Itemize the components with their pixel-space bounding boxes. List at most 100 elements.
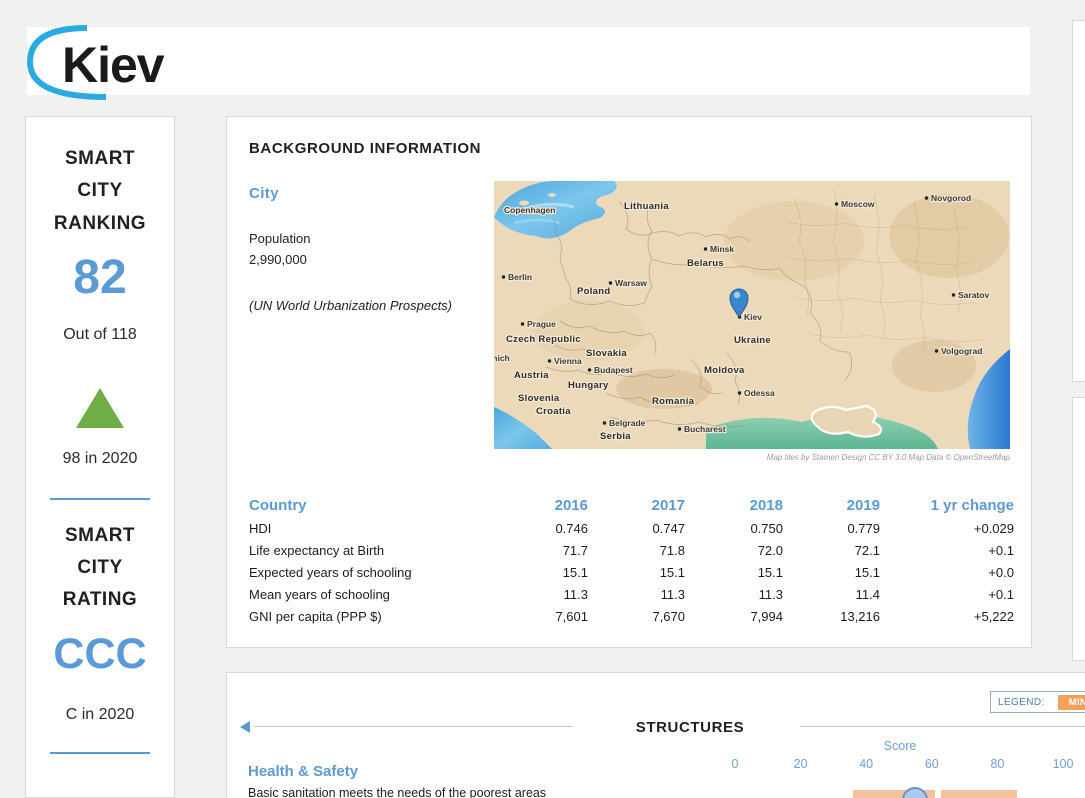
country-table: Country20162017201820191 yr change HDI0.… [249, 493, 1014, 627]
map-label-prague: Prague [527, 319, 556, 329]
map-city-dot [548, 359, 551, 362]
score-tick: 20 [781, 757, 821, 771]
map-city-dot [502, 275, 505, 278]
population-value: 2,990,000 [249, 252, 307, 267]
row-value: 11.3 [588, 587, 685, 602]
ranking-value: 82 [26, 254, 174, 302]
row-label: Mean years of schooling [249, 587, 529, 602]
page-title: Kiev [62, 36, 164, 94]
map-label-warsaw: Warsaw [615, 278, 647, 288]
europe-map: CopenhagenLithuaniaMoscowNovgorodMinskBe… [494, 181, 1010, 449]
score-tick: 60 [912, 757, 952, 771]
map-label-novgorod: Novgorod [931, 193, 971, 203]
map-label-odessa: Odessa [744, 388, 775, 398]
map-city-dot [935, 349, 938, 352]
row-value: 0.750 [685, 521, 783, 536]
row-label: GNI per capita (PPP $) [249, 609, 529, 624]
indicator-text: Basic sanitation meets the needs of the … [248, 786, 546, 798]
rating-title: SMART CITY RATING [26, 520, 174, 617]
sidebar-divider-2 [50, 752, 150, 754]
country-table-header: Country20162017201820191 yr change [249, 493, 1014, 517]
sidebar-divider [50, 498, 150, 500]
table-header-cell: 2016 [529, 497, 588, 514]
europe-map-svg: CopenhagenLithuaniaMoscowNovgorodMinskBe… [494, 181, 1010, 449]
map-label-hungary: Hungary [568, 380, 609, 391]
row-value: 13,216 [783, 609, 880, 624]
ranking-title: SMART CITY RANKING [26, 143, 174, 240]
score-axis-label: Score [868, 739, 932, 753]
map-label-munich: Munich [494, 353, 510, 363]
row-value: 0.747 [588, 521, 685, 536]
map-city-dot [704, 247, 707, 250]
map-label-ukraine: Ukraine [734, 335, 771, 346]
row-value: 72.0 [685, 543, 783, 558]
map-label-belarus: Belarus [687, 258, 724, 269]
prev-section-arrow[interactable] [240, 721, 250, 733]
map-label-romania: Romania [652, 396, 695, 407]
map-attribution: Map tiles by Stamen Design CC BY 3.0 Map… [494, 453, 1010, 462]
right-panel-clipped-top [1072, 20, 1085, 382]
map-label-lithuania: Lithuania [624, 201, 669, 212]
row-value: 0.746 [529, 521, 588, 536]
map-label-slovakia: Slovakia [586, 348, 627, 359]
row-value: 7,670 [588, 609, 685, 624]
table-row: Expected years of schooling15.115.115.11… [249, 561, 1014, 583]
map-city-dot [835, 202, 838, 205]
legend: LEGEND: MIN [990, 691, 1085, 713]
row-value: 0.779 [783, 521, 880, 536]
map-label-bucharest: Bucharest [684, 424, 726, 434]
map-city-dot [738, 391, 741, 394]
map-city-dot [521, 322, 524, 325]
score-tick: 40 [846, 757, 886, 771]
table-row: Life expectancy at Birth71.771.872.072.1… [249, 539, 1014, 561]
score-range-bar-right [941, 790, 1017, 798]
sidebar: SMART CITY RANKING 82 Out of 118 98 in 2… [25, 116, 175, 798]
map-label-minsk: Minsk [710, 244, 734, 254]
table-header-cell: Country [249, 497, 529, 514]
row-value: 11.4 [783, 587, 880, 602]
map-label-vienna: Vienna [554, 356, 582, 366]
row-label: Life expectancy at Birth [249, 543, 529, 558]
trend-up-icon [76, 388, 124, 428]
row-value: +0.1 [880, 587, 1014, 602]
table-row: HDI0.7460.7470.7500.779+0.029 [249, 517, 1014, 539]
table-header-cell: 2019 [783, 497, 880, 514]
map-label-poland: Poland [577, 286, 610, 297]
map-label-saratov: Saratov [958, 290, 989, 300]
row-value: 15.1 [685, 565, 783, 580]
legend-label: LEGEND: [998, 697, 1045, 708]
row-value: 7,994 [685, 609, 783, 624]
ranking-previous: 98 in 2020 [26, 450, 174, 468]
population-source-note: (UN World Urbanization Prospects) [249, 298, 452, 313]
row-value: 15.1 [529, 565, 588, 580]
map-city-dot [609, 281, 612, 284]
map-label-croatia: Croatia [536, 406, 571, 417]
structures-title: STRUCTURES [600, 719, 780, 736]
row-value: 15.1 [588, 565, 685, 580]
table-header-cell: 2018 [685, 497, 783, 514]
country-table-rows: HDI0.7460.7470.7500.779+0.029Life expect… [249, 517, 1014, 627]
map-label-volgograd: Volgograd [941, 346, 982, 356]
row-value: 15.1 [783, 565, 880, 580]
score-ticks: 020406080100 [0, 757, 1085, 773]
map-city-dot [678, 427, 681, 430]
header-bar [27, 27, 1030, 95]
row-value: +5,222 [880, 609, 1014, 624]
score-tick: 80 [977, 757, 1017, 771]
map-city-dot [603, 421, 606, 424]
map-label-czech-republic: Czech Republic [506, 334, 581, 345]
city-label: City [249, 185, 279, 202]
map-city-dot [925, 196, 928, 199]
section-title: BACKGROUND INFORMATION [249, 140, 481, 157]
rating-value: CCC [26, 633, 174, 676]
row-value: 71.8 [588, 543, 685, 558]
map-label-austria: Austria [514, 370, 549, 381]
row-value: 7,601 [529, 609, 588, 624]
category-health-safety: Health & Safety [248, 763, 358, 780]
row-value: +0.0 [880, 565, 1014, 580]
score-tick: 0 [715, 757, 755, 771]
ranking-outof: Out of 118 [26, 326, 174, 344]
background-information-panel: BACKGROUND INFORMATION City Population 2… [226, 116, 1032, 648]
table-row: GNI per capita (PPP $)7,6017,6707,99413,… [249, 605, 1014, 627]
map-label-kiev: Kiev [744, 312, 762, 322]
